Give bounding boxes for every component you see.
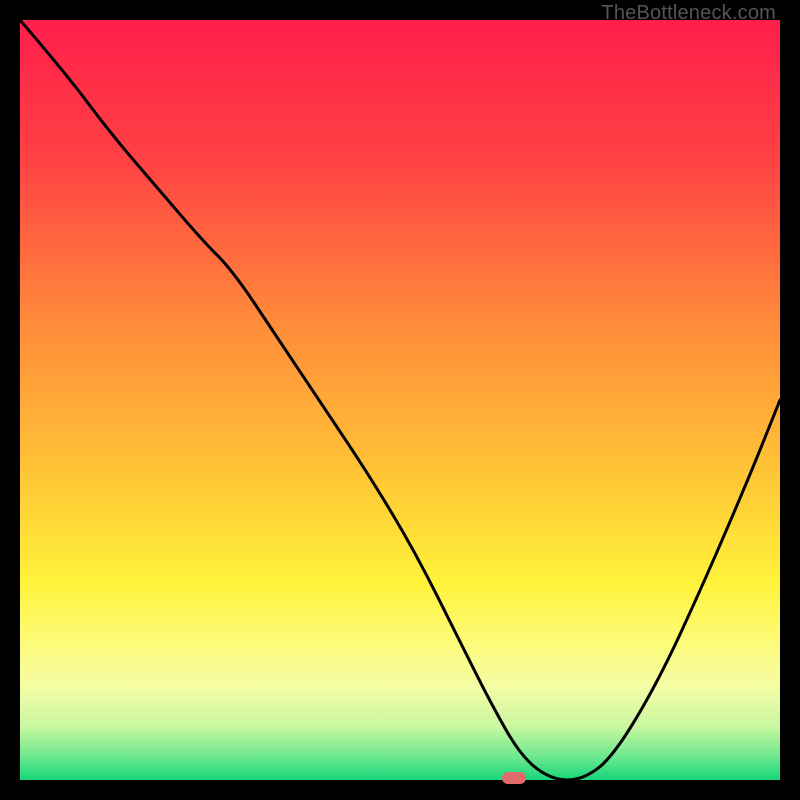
chart-frame [20, 20, 780, 780]
optimal-marker [502, 772, 526, 784]
watermark-text: TheBottleneck.com [601, 2, 776, 25]
bottleneck-curve [20, 20, 780, 780]
